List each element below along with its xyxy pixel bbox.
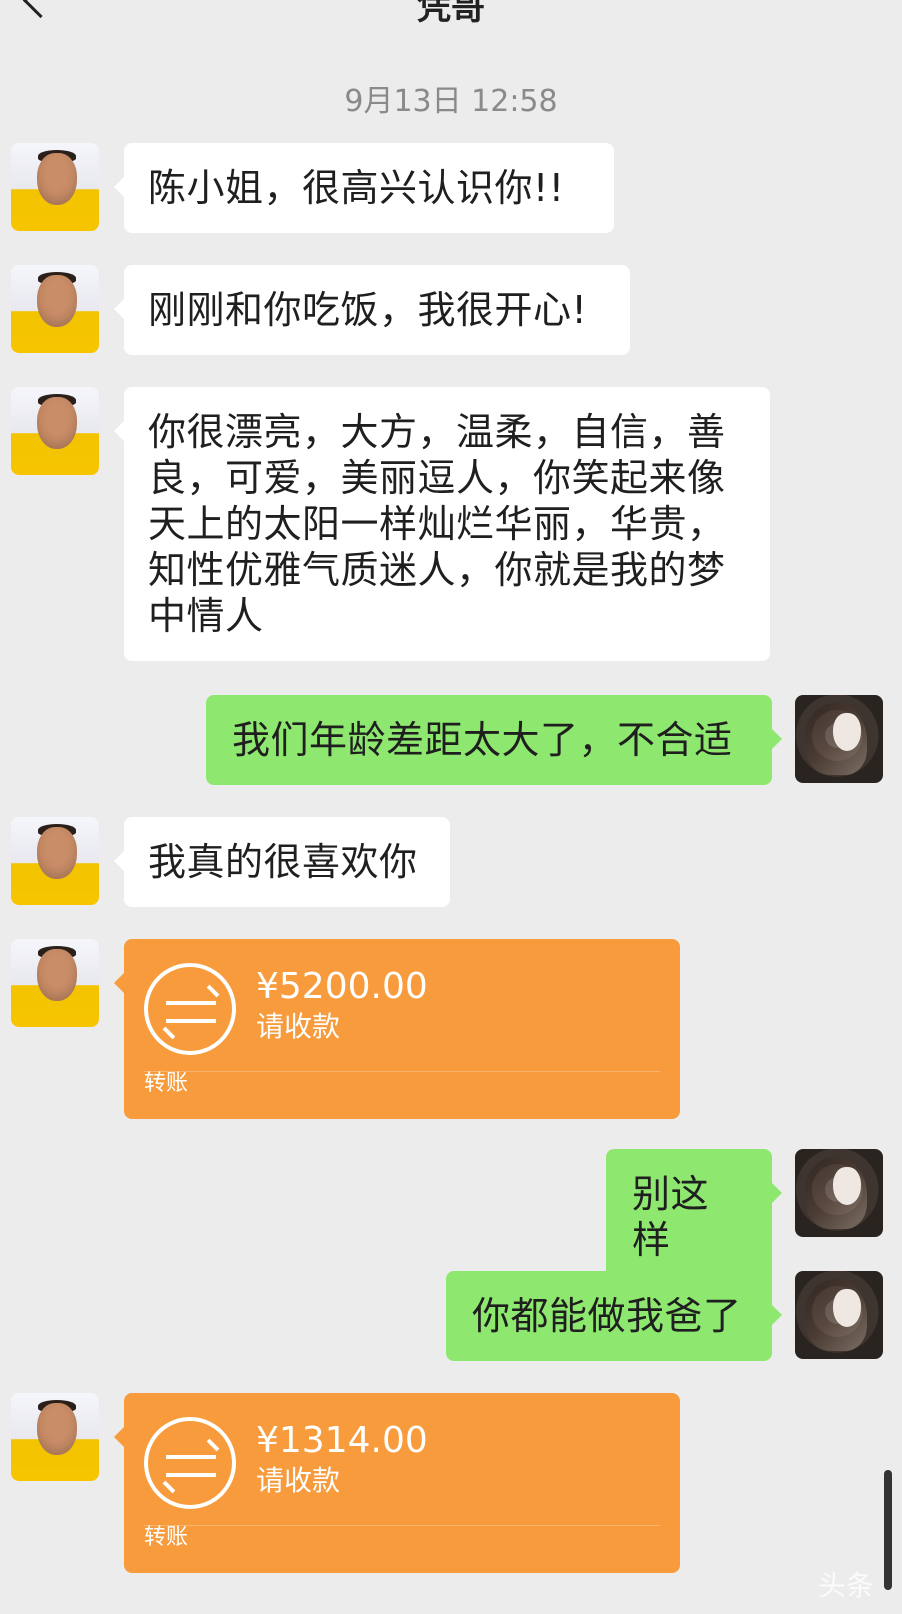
- chat-title: 凭哥: [417, 0, 485, 28]
- avatar-face: [37, 275, 77, 327]
- scrollbar[interactable]: [884, 1470, 892, 1590]
- incoming-message-bubble[interactable]: 我真的很喜欢你: [114, 817, 450, 907]
- outgoing-message-bubble[interactable]: 别这样: [606, 1149, 782, 1285]
- transfer-label: 请收款: [256, 1010, 341, 1043]
- transfer-arrow-left: [166, 1019, 216, 1023]
- contact-avatar[interactable]: [11, 939, 99, 1027]
- outgoing-message-bubble[interactable]: 我们年龄差距太大了，不合适: [206, 695, 782, 785]
- user-avatar[interactable]: [795, 1271, 883, 1359]
- transfer-arrow-right: [166, 1455, 216, 1459]
- incoming-message-bubble[interactable]: 你很漂亮，大方，温柔，自信，善良，可爱，美丽逗人，你笑起来像天上的太阳一样灿烂华…: [114, 387, 770, 661]
- transfer-amount: ¥1314.00: [256, 1420, 428, 1461]
- avatar-face: [37, 827, 77, 879]
- chat-message-row: ¥1314.00 请收款 转账: [0, 1393, 902, 1573]
- avatar-face: [833, 1289, 861, 1327]
- transfer-icon: [144, 1417, 236, 1509]
- transfer-arrow-right: [166, 1001, 216, 1005]
- avatar-face: [37, 949, 77, 1001]
- message-timestamp: 9月13日 12:58: [344, 84, 558, 119]
- chat-message-row: 刚刚和你吃饭，我很开心!: [0, 265, 902, 355]
- user-avatar[interactable]: [795, 1149, 883, 1237]
- chat-header: 凭哥: [0, 0, 902, 40]
- chat-message-row: ¥5200.00 请收款 转账: [0, 939, 902, 1119]
- chat-message-row: 别这样: [0, 1149, 902, 1285]
- avatar-face: [37, 153, 77, 205]
- incoming-message-bubble[interactable]: 陈小姐，很高兴认识你!!: [114, 143, 614, 233]
- chat-message-row: 我真的很喜欢你: [0, 817, 902, 907]
- contact-avatar[interactable]: [11, 817, 99, 905]
- contact-avatar[interactable]: [11, 143, 99, 231]
- avatar-face: [833, 713, 861, 751]
- chat-message-row: 你都能做我爸了: [0, 1271, 902, 1361]
- outgoing-message-bubble[interactable]: 你都能做我爸了: [446, 1271, 782, 1361]
- transfer-card[interactable]: ¥1314.00 请收款 转账: [114, 1393, 680, 1573]
- contact-avatar[interactable]: [11, 387, 99, 475]
- contact-avatar[interactable]: [11, 265, 99, 353]
- transfer-icon: [144, 963, 236, 1055]
- transfer-arrow-left: [166, 1473, 216, 1477]
- avatar-face: [37, 1403, 77, 1455]
- avatar-face: [833, 1167, 861, 1205]
- transfer-footer: 转账: [144, 1071, 189, 1096]
- avatar-face: [37, 397, 77, 449]
- chat-screen: 凭哥 9月13日 12:58 陈小姐，很高兴认识你!! 刚刚和你吃饭，我很开心!…: [0, 0, 902, 1614]
- user-avatar[interactable]: [795, 695, 883, 783]
- transfer-card[interactable]: ¥5200.00 请收款 转账: [114, 939, 680, 1119]
- transfer-divider: [144, 1071, 660, 1072]
- transfer-label: 请收款: [256, 1464, 341, 1497]
- transfer-footer: 转账: [144, 1525, 189, 1550]
- incoming-message-bubble[interactable]: 刚刚和你吃饭，我很开心!: [114, 265, 630, 355]
- chat-message-row: 我们年龄差距太大了，不合适: [0, 695, 902, 785]
- contact-avatar[interactable]: [11, 1393, 99, 1481]
- watermark: 头条: [817, 1569, 874, 1602]
- chat-message-row: 陈小姐，很高兴认识你!!: [0, 143, 902, 233]
- transfer-amount: ¥5200.00: [256, 966, 428, 1007]
- transfer-divider: [144, 1525, 660, 1526]
- chat-message-row: 你很漂亮，大方，温柔，自信，善良，可爱，美丽逗人，你笑起来像天上的太阳一样灿烂华…: [0, 387, 902, 666]
